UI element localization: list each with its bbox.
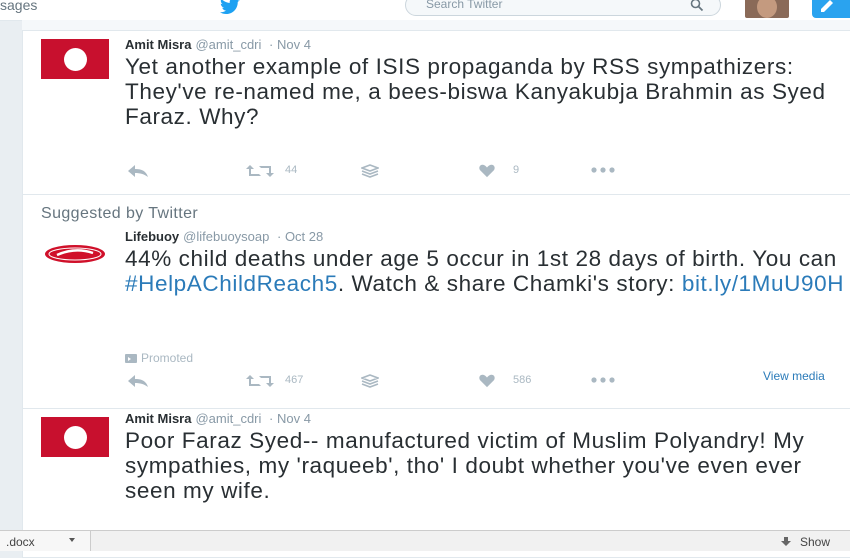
promoted-badge[interactable]: Promoted	[125, 351, 193, 365]
like-count: 586	[513, 374, 532, 386]
search-icon[interactable]	[690, 0, 704, 12]
more-icon	[591, 167, 615, 173]
tweet-header: Amit Misra @amit_cdri · Nov 4	[125, 411, 311, 426]
more-icon	[591, 377, 615, 383]
download-file-name: .docx	[6, 535, 35, 549]
tweet-author-name[interactable]: Amit Misra	[125, 411, 191, 426]
avatar[interactable]	[41, 39, 109, 79]
stack-icon	[361, 374, 379, 388]
view-media-link[interactable]: View media	[763, 369, 825, 383]
download-icon	[781, 537, 791, 546]
reply-icon	[128, 165, 148, 177]
twitter-bird-icon[interactable]	[216, 0, 244, 16]
tweet-text-mid: . Watch & share Chamki's story:	[337, 271, 682, 296]
top-nav: sages	[0, 0, 850, 21]
lifebuoy-logo[interactable]	[43, 243, 107, 265]
promoted-icon	[125, 354, 137, 363]
reply-icon	[128, 375, 148, 387]
tweet-actions: 44 9	[127, 162, 847, 180]
tweet-author-handle[interactable]: @amit_cdri	[195, 411, 261, 426]
download-item[interactable]: .docx	[0, 531, 91, 551]
compose-tweet-icon	[821, 0, 833, 12]
nav-messages-link[interactable]: sages	[0, 0, 37, 13]
hashtag-link[interactable]: #HelpAChildReach5	[125, 271, 338, 296]
search-box[interactable]	[405, 0, 721, 16]
heart-icon	[479, 374, 495, 388]
tweet-header: Lifebuoy @lifebuoysoap · Oct 28	[125, 229, 323, 244]
tweet-author-name[interactable]: Amit Misra	[125, 37, 191, 52]
suggested-label: Suggested by Twitter	[41, 205, 199, 222]
show-all-downloads-link[interactable]: Show	[780, 535, 830, 549]
stack-icon	[361, 164, 379, 178]
tweet-text: Yet another example of ISIS propaganda b…	[125, 54, 826, 129]
retweet-count: 467	[285, 374, 304, 386]
compose-tweet-button[interactable]	[812, 0, 850, 18]
avatar[interactable]	[41, 417, 109, 457]
promoted-tweet-card[interactable]: Suggested by Twitter Lifebuoy @lifebuoyso…	[22, 194, 850, 414]
download-bar: .docx Show	[0, 530, 850, 551]
tweet-actions: 467 586	[127, 372, 847, 390]
retweet-count: 44	[285, 164, 298, 176]
timeline-stream: Amit Misra @amit_cdri · Nov 4 Yet another…	[22, 20, 850, 558]
tweet-card[interactable]: Amit Misra @amit_cdri · Nov 4 Yet another…	[22, 30, 850, 196]
tweet-date[interactable]: · Nov 4	[269, 411, 311, 426]
tweet-date[interactable]: · Nov 4	[269, 37, 311, 52]
tweet-author-handle[interactable]: @lifebuoysoap	[183, 229, 269, 244]
like-count: 9	[513, 164, 520, 176]
tweet-text: Poor Faraz Syed-- manufactured victim of…	[125, 428, 805, 503]
tweet-date[interactable]: · Oct 28	[277, 229, 323, 244]
search-input[interactable]	[424, 0, 678, 12]
chevron-down-icon[interactable]	[66, 534, 78, 546]
promoted-label: Promoted	[141, 351, 194, 365]
tweet-text: 44% child deaths under age 5 occur in 1s…	[125, 246, 850, 296]
retweet-icon	[246, 375, 274, 387]
tweet-author-handle[interactable]: @amit_cdri	[195, 37, 261, 52]
retweet-icon	[246, 165, 274, 177]
tweet-header: Amit Misra @amit_cdri · Nov 4	[125, 37, 311, 52]
tweet-text-start: 44% child deaths under age 5 occur in 1s…	[125, 246, 837, 271]
show-all-label: Show	[800, 535, 831, 549]
tweet-author-name[interactable]: Lifebuoy	[125, 229, 179, 244]
user-avatar[interactable]	[745, 0, 789, 18]
heart-icon	[479, 164, 495, 178]
url-link[interactable]: bit.ly/1MuU90H	[682, 271, 844, 296]
